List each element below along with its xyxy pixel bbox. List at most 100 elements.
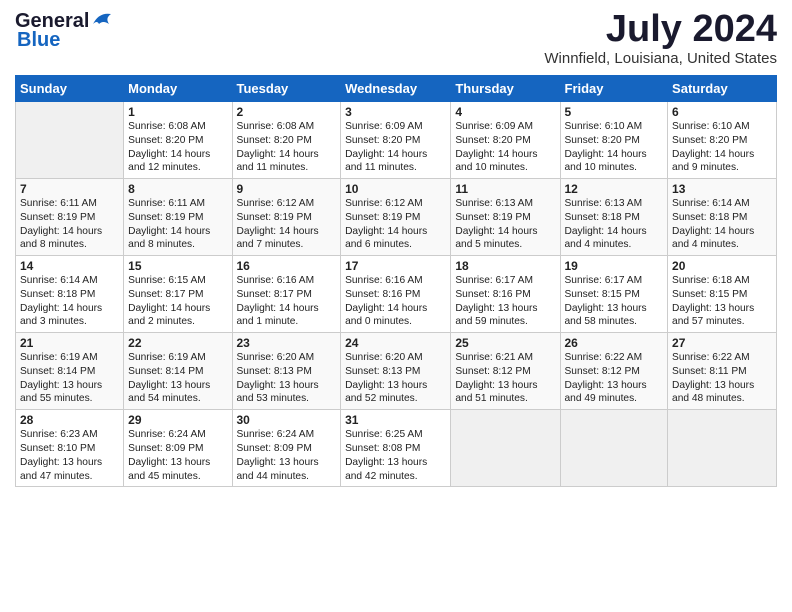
sunset-text: Sunset: 8:09 PM <box>128 443 203 454</box>
day-number: 14 <box>20 259 119 273</box>
sunset-text: Sunset: 8:19 PM <box>455 212 530 223</box>
sunset-text: Sunset: 8:20 PM <box>345 135 420 146</box>
daylight-text: Daylight: 13 hours and 52 minutes. <box>345 380 427 405</box>
day-number: 1 <box>128 105 227 119</box>
sunset-text: Sunset: 8:17 PM <box>128 289 203 300</box>
calendar-day-cell: 1 Sunrise: 6:08 AM Sunset: 8:20 PM Dayli… <box>124 102 232 179</box>
day-number: 22 <box>128 336 227 350</box>
day-number: 29 <box>128 413 227 427</box>
daylight-text: Daylight: 13 hours and 54 minutes. <box>128 380 210 405</box>
logo-bird-icon <box>91 10 113 33</box>
daylight-text: Daylight: 14 hours and 4 minutes. <box>672 226 754 251</box>
calendar-day-cell: 2 Sunrise: 6:08 AM Sunset: 8:20 PM Dayli… <box>232 102 341 179</box>
header: General Blue July 2024 Winnfield, Louisi… <box>15 10 777 67</box>
calendar-day-cell: 21 Sunrise: 6:19 AM Sunset: 8:14 PM Dayl… <box>16 333 124 410</box>
day-info: Sunrise: 6:20 AM Sunset: 8:13 PM Dayligh… <box>237 351 337 406</box>
month-title: July 2024 <box>544 10 777 48</box>
calendar-day-cell: 31 Sunrise: 6:25 AM Sunset: 8:08 PM Dayl… <box>341 410 451 487</box>
daylight-text: Daylight: 14 hours and 11 minutes. <box>237 149 319 174</box>
calendar-day-cell: 27 Sunrise: 6:22 AM Sunset: 8:11 PM Dayl… <box>668 333 777 410</box>
day-info: Sunrise: 6:13 AM Sunset: 8:18 PM Dayligh… <box>565 197 664 252</box>
calendar-day-cell: 7 Sunrise: 6:11 AM Sunset: 8:19 PM Dayli… <box>16 179 124 256</box>
daylight-text: Daylight: 14 hours and 12 minutes. <box>128 149 210 174</box>
sunset-text: Sunset: 8:11 PM <box>672 366 747 377</box>
day-info: Sunrise: 6:08 AM Sunset: 8:20 PM Dayligh… <box>237 120 337 175</box>
calendar-day-cell <box>16 102 124 179</box>
daylight-text: Daylight: 14 hours and 10 minutes. <box>455 149 537 174</box>
daylight-text: Daylight: 13 hours and 44 minutes. <box>237 457 319 482</box>
calendar-day-cell <box>560 410 668 487</box>
daylight-text: Daylight: 13 hours and 51 minutes. <box>455 380 537 405</box>
day-info: Sunrise: 6:13 AM Sunset: 8:19 PM Dayligh… <box>455 197 555 252</box>
daylight-text: Daylight: 13 hours and 57 minutes. <box>672 303 754 328</box>
daylight-text: Daylight: 13 hours and 55 minutes. <box>20 380 102 405</box>
sunset-text: Sunset: 8:18 PM <box>20 289 95 300</box>
sunset-text: Sunset: 8:10 PM <box>20 443 95 454</box>
day-info: Sunrise: 6:11 AM Sunset: 8:19 PM Dayligh… <box>128 197 227 252</box>
day-info: Sunrise: 6:17 AM Sunset: 8:15 PM Dayligh… <box>565 274 664 329</box>
day-number: 30 <box>237 413 337 427</box>
sunrise-text: Sunrise: 6:08 AM <box>237 121 315 132</box>
daylight-text: Daylight: 14 hours and 9 minutes. <box>672 149 754 174</box>
daylight-text: Daylight: 14 hours and 5 minutes. <box>455 226 537 251</box>
calendar-day-cell: 19 Sunrise: 6:17 AM Sunset: 8:15 PM Dayl… <box>560 256 668 333</box>
calendar-day-cell: 24 Sunrise: 6:20 AM Sunset: 8:13 PM Dayl… <box>341 333 451 410</box>
sunset-text: Sunset: 8:20 PM <box>565 135 640 146</box>
day-info: Sunrise: 6:20 AM Sunset: 8:13 PM Dayligh… <box>345 351 446 406</box>
sunrise-text: Sunrise: 6:18 AM <box>672 275 750 286</box>
calendar-day-cell <box>668 410 777 487</box>
day-info: Sunrise: 6:16 AM Sunset: 8:17 PM Dayligh… <box>237 274 337 329</box>
sunset-text: Sunset: 8:16 PM <box>345 289 420 300</box>
sunset-text: Sunset: 8:19 PM <box>345 212 420 223</box>
calendar-day-cell: 3 Sunrise: 6:09 AM Sunset: 8:20 PM Dayli… <box>341 102 451 179</box>
calendar-day-cell: 29 Sunrise: 6:24 AM Sunset: 8:09 PM Dayl… <box>124 410 232 487</box>
sunrise-text: Sunrise: 6:17 AM <box>455 275 533 286</box>
day-number: 12 <box>565 182 664 196</box>
sunset-text: Sunset: 8:13 PM <box>345 366 420 377</box>
sunset-text: Sunset: 8:20 PM <box>455 135 530 146</box>
sunrise-text: Sunrise: 6:21 AM <box>455 352 533 363</box>
day-number: 23 <box>237 336 337 350</box>
calendar-day-cell: 26 Sunrise: 6:22 AM Sunset: 8:12 PM Dayl… <box>560 333 668 410</box>
calendar-day-cell: 17 Sunrise: 6:16 AM Sunset: 8:16 PM Dayl… <box>341 256 451 333</box>
calendar-day-cell: 12 Sunrise: 6:13 AM Sunset: 8:18 PM Dayl… <box>560 179 668 256</box>
calendar-day-cell: 28 Sunrise: 6:23 AM Sunset: 8:10 PM Dayl… <box>16 410 124 487</box>
day-info: Sunrise: 6:09 AM Sunset: 8:20 PM Dayligh… <box>455 120 555 175</box>
sunrise-text: Sunrise: 6:23 AM <box>20 429 98 440</box>
calendar-day-cell: 14 Sunrise: 6:14 AM Sunset: 8:18 PM Dayl… <box>16 256 124 333</box>
sunrise-text: Sunrise: 6:24 AM <box>237 429 315 440</box>
day-info: Sunrise: 6:18 AM Sunset: 8:15 PM Dayligh… <box>672 274 772 329</box>
sunset-text: Sunset: 8:19 PM <box>20 212 95 223</box>
sunset-text: Sunset: 8:08 PM <box>345 443 420 454</box>
sunset-text: Sunset: 8:17 PM <box>237 289 312 300</box>
day-number: 25 <box>455 336 555 350</box>
day-info: Sunrise: 6:09 AM Sunset: 8:20 PM Dayligh… <box>345 120 446 175</box>
sunrise-text: Sunrise: 6:22 AM <box>672 352 750 363</box>
weekday-header-monday: Monday <box>124 76 232 102</box>
sunset-text: Sunset: 8:15 PM <box>565 289 640 300</box>
daylight-text: Daylight: 14 hours and 3 minutes. <box>20 303 102 328</box>
calendar-week-row: 21 Sunrise: 6:19 AM Sunset: 8:14 PM Dayl… <box>16 333 777 410</box>
day-info: Sunrise: 6:10 AM Sunset: 8:20 PM Dayligh… <box>565 120 664 175</box>
daylight-text: Daylight: 13 hours and 48 minutes. <box>672 380 754 405</box>
calendar-day-cell: 20 Sunrise: 6:18 AM Sunset: 8:15 PM Dayl… <box>668 256 777 333</box>
day-info: Sunrise: 6:24 AM Sunset: 8:09 PM Dayligh… <box>128 428 227 483</box>
day-info: Sunrise: 6:24 AM Sunset: 8:09 PM Dayligh… <box>237 428 337 483</box>
day-number: 3 <box>345 105 446 119</box>
daylight-text: Daylight: 14 hours and 7 minutes. <box>237 226 319 251</box>
day-number: 18 <box>455 259 555 273</box>
weekday-header-friday: Friday <box>560 76 668 102</box>
weekday-header-sunday: Sunday <box>16 76 124 102</box>
day-info: Sunrise: 6:19 AM Sunset: 8:14 PM Dayligh… <box>128 351 227 406</box>
daylight-text: Daylight: 14 hours and 4 minutes. <box>565 226 647 251</box>
daylight-text: Daylight: 14 hours and 1 minute. <box>237 303 319 328</box>
calendar-week-row: 7 Sunrise: 6:11 AM Sunset: 8:19 PM Dayli… <box>16 179 777 256</box>
daylight-text: Daylight: 13 hours and 45 minutes. <box>128 457 210 482</box>
logo: General Blue <box>15 10 113 52</box>
sunrise-text: Sunrise: 6:09 AM <box>345 121 423 132</box>
sunset-text: Sunset: 8:12 PM <box>565 366 640 377</box>
sunrise-text: Sunrise: 6:14 AM <box>672 198 750 209</box>
sunset-text: Sunset: 8:18 PM <box>672 212 747 223</box>
calendar-day-cell: 15 Sunrise: 6:15 AM Sunset: 8:17 PM Dayl… <box>124 256 232 333</box>
day-number: 8 <box>128 182 227 196</box>
